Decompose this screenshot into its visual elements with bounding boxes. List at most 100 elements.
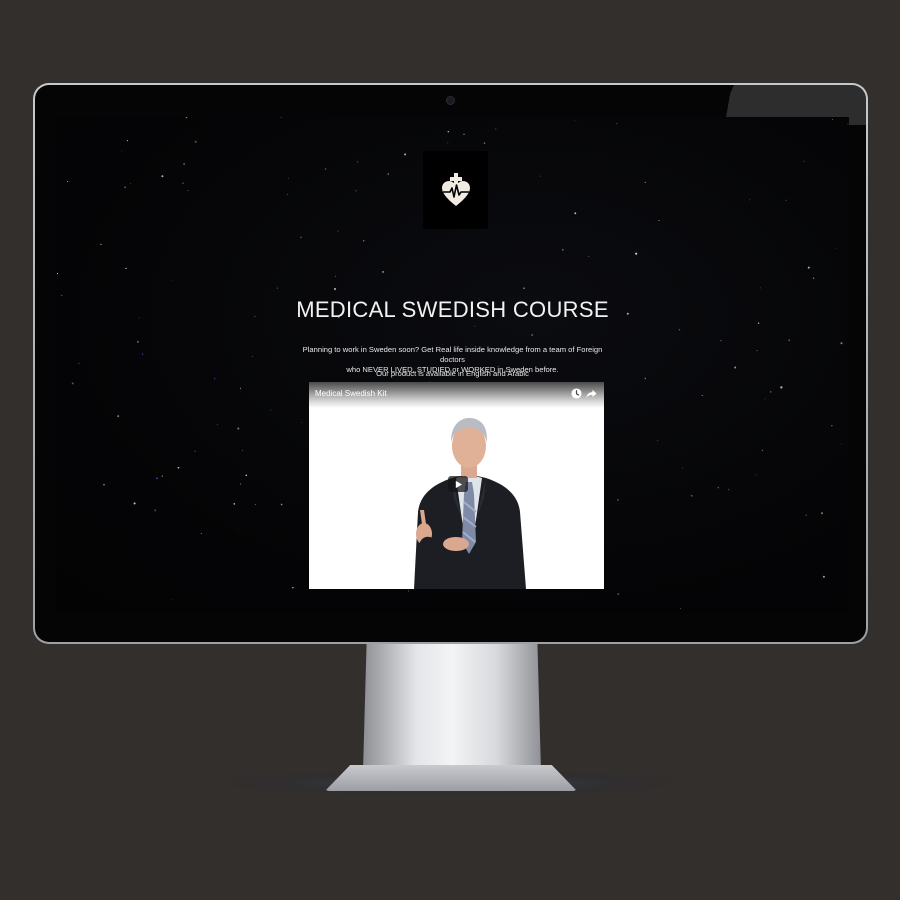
star (239, 387, 241, 389)
star (822, 575, 825, 578)
intro-line-1: Planning to work in Sweden soon? Get Rea… (302, 345, 603, 364)
star (355, 190, 357, 192)
star (155, 477, 158, 480)
star (240, 483, 242, 485)
star (474, 325, 476, 327)
video-title[interactable]: Medical Swedish Kit (315, 389, 387, 398)
website-screen: MEDICAL SWEDISH COURSE Planning to work … (56, 117, 849, 613)
star (540, 175, 541, 177)
star (588, 255, 590, 257)
star (182, 182, 184, 185)
star (644, 181, 646, 183)
star (617, 593, 619, 595)
star (755, 474, 757, 476)
star (803, 160, 805, 162)
star (812, 277, 815, 279)
star (270, 409, 272, 411)
star (780, 386, 783, 389)
star (200, 532, 202, 535)
star (562, 249, 564, 251)
star (276, 287, 278, 289)
star (337, 230, 339, 232)
star (287, 193, 288, 195)
star (254, 504, 256, 505)
star (701, 394, 703, 397)
star (194, 140, 197, 143)
star (788, 339, 791, 342)
star (635, 252, 638, 255)
star (363, 240, 365, 242)
star (617, 499, 619, 501)
monitor-stand-neck (363, 644, 541, 772)
star (130, 182, 131, 184)
star (680, 608, 681, 610)
star (727, 488, 730, 491)
star (764, 398, 766, 400)
star (678, 328, 681, 331)
star (720, 339, 722, 342)
star (387, 173, 390, 175)
star (171, 598, 172, 600)
camera-icon (446, 96, 455, 105)
star (280, 117, 282, 118)
star (820, 512, 824, 515)
star (807, 266, 810, 269)
heart-cross-ecg-icon (441, 173, 470, 206)
star (194, 450, 196, 452)
star (805, 514, 807, 516)
star (531, 334, 533, 336)
video-player[interactable]: Medical Swedish Kit (309, 382, 604, 589)
star (177, 466, 180, 469)
star (172, 279, 173, 281)
watch-later-icon[interactable] (571, 388, 582, 399)
star (769, 391, 772, 393)
star (187, 190, 189, 192)
star (574, 120, 576, 122)
star (832, 119, 833, 120)
star (214, 378, 216, 380)
star (334, 290, 336, 291)
star (161, 175, 164, 178)
star (657, 440, 659, 442)
play-button[interactable] (448, 476, 468, 492)
availability-text: Our product is available in English and … (376, 369, 529, 378)
star (103, 484, 105, 486)
star (287, 177, 289, 179)
star (241, 449, 243, 451)
star (523, 287, 525, 289)
page-title: MEDICAL SWEDISH COURSE (296, 297, 609, 322)
star (252, 356, 253, 357)
star (78, 362, 80, 365)
star (483, 142, 486, 144)
star (154, 509, 157, 512)
star (237, 427, 240, 430)
star (335, 275, 337, 277)
star (761, 449, 763, 451)
star (126, 139, 129, 142)
star (121, 150, 123, 152)
star (840, 342, 843, 345)
star (141, 353, 144, 355)
star (292, 586, 294, 589)
star (333, 287, 337, 291)
star (717, 486, 720, 489)
star (749, 199, 750, 201)
star (237, 528, 239, 530)
star (682, 467, 684, 469)
video-title-bar: Medical Swedish Kit (309, 382, 604, 408)
star (616, 123, 618, 125)
monitor-stand-base (325, 765, 577, 791)
star (407, 590, 409, 592)
star (658, 220, 660, 222)
star (841, 443, 842, 445)
share-icon[interactable] (586, 388, 597, 399)
star (847, 123, 849, 125)
star (785, 199, 787, 201)
star (71, 382, 74, 385)
star (125, 267, 127, 270)
star (117, 415, 120, 418)
site-logo[interactable] (423, 151, 488, 229)
star (759, 287, 761, 289)
star (280, 503, 283, 506)
star (185, 117, 188, 119)
